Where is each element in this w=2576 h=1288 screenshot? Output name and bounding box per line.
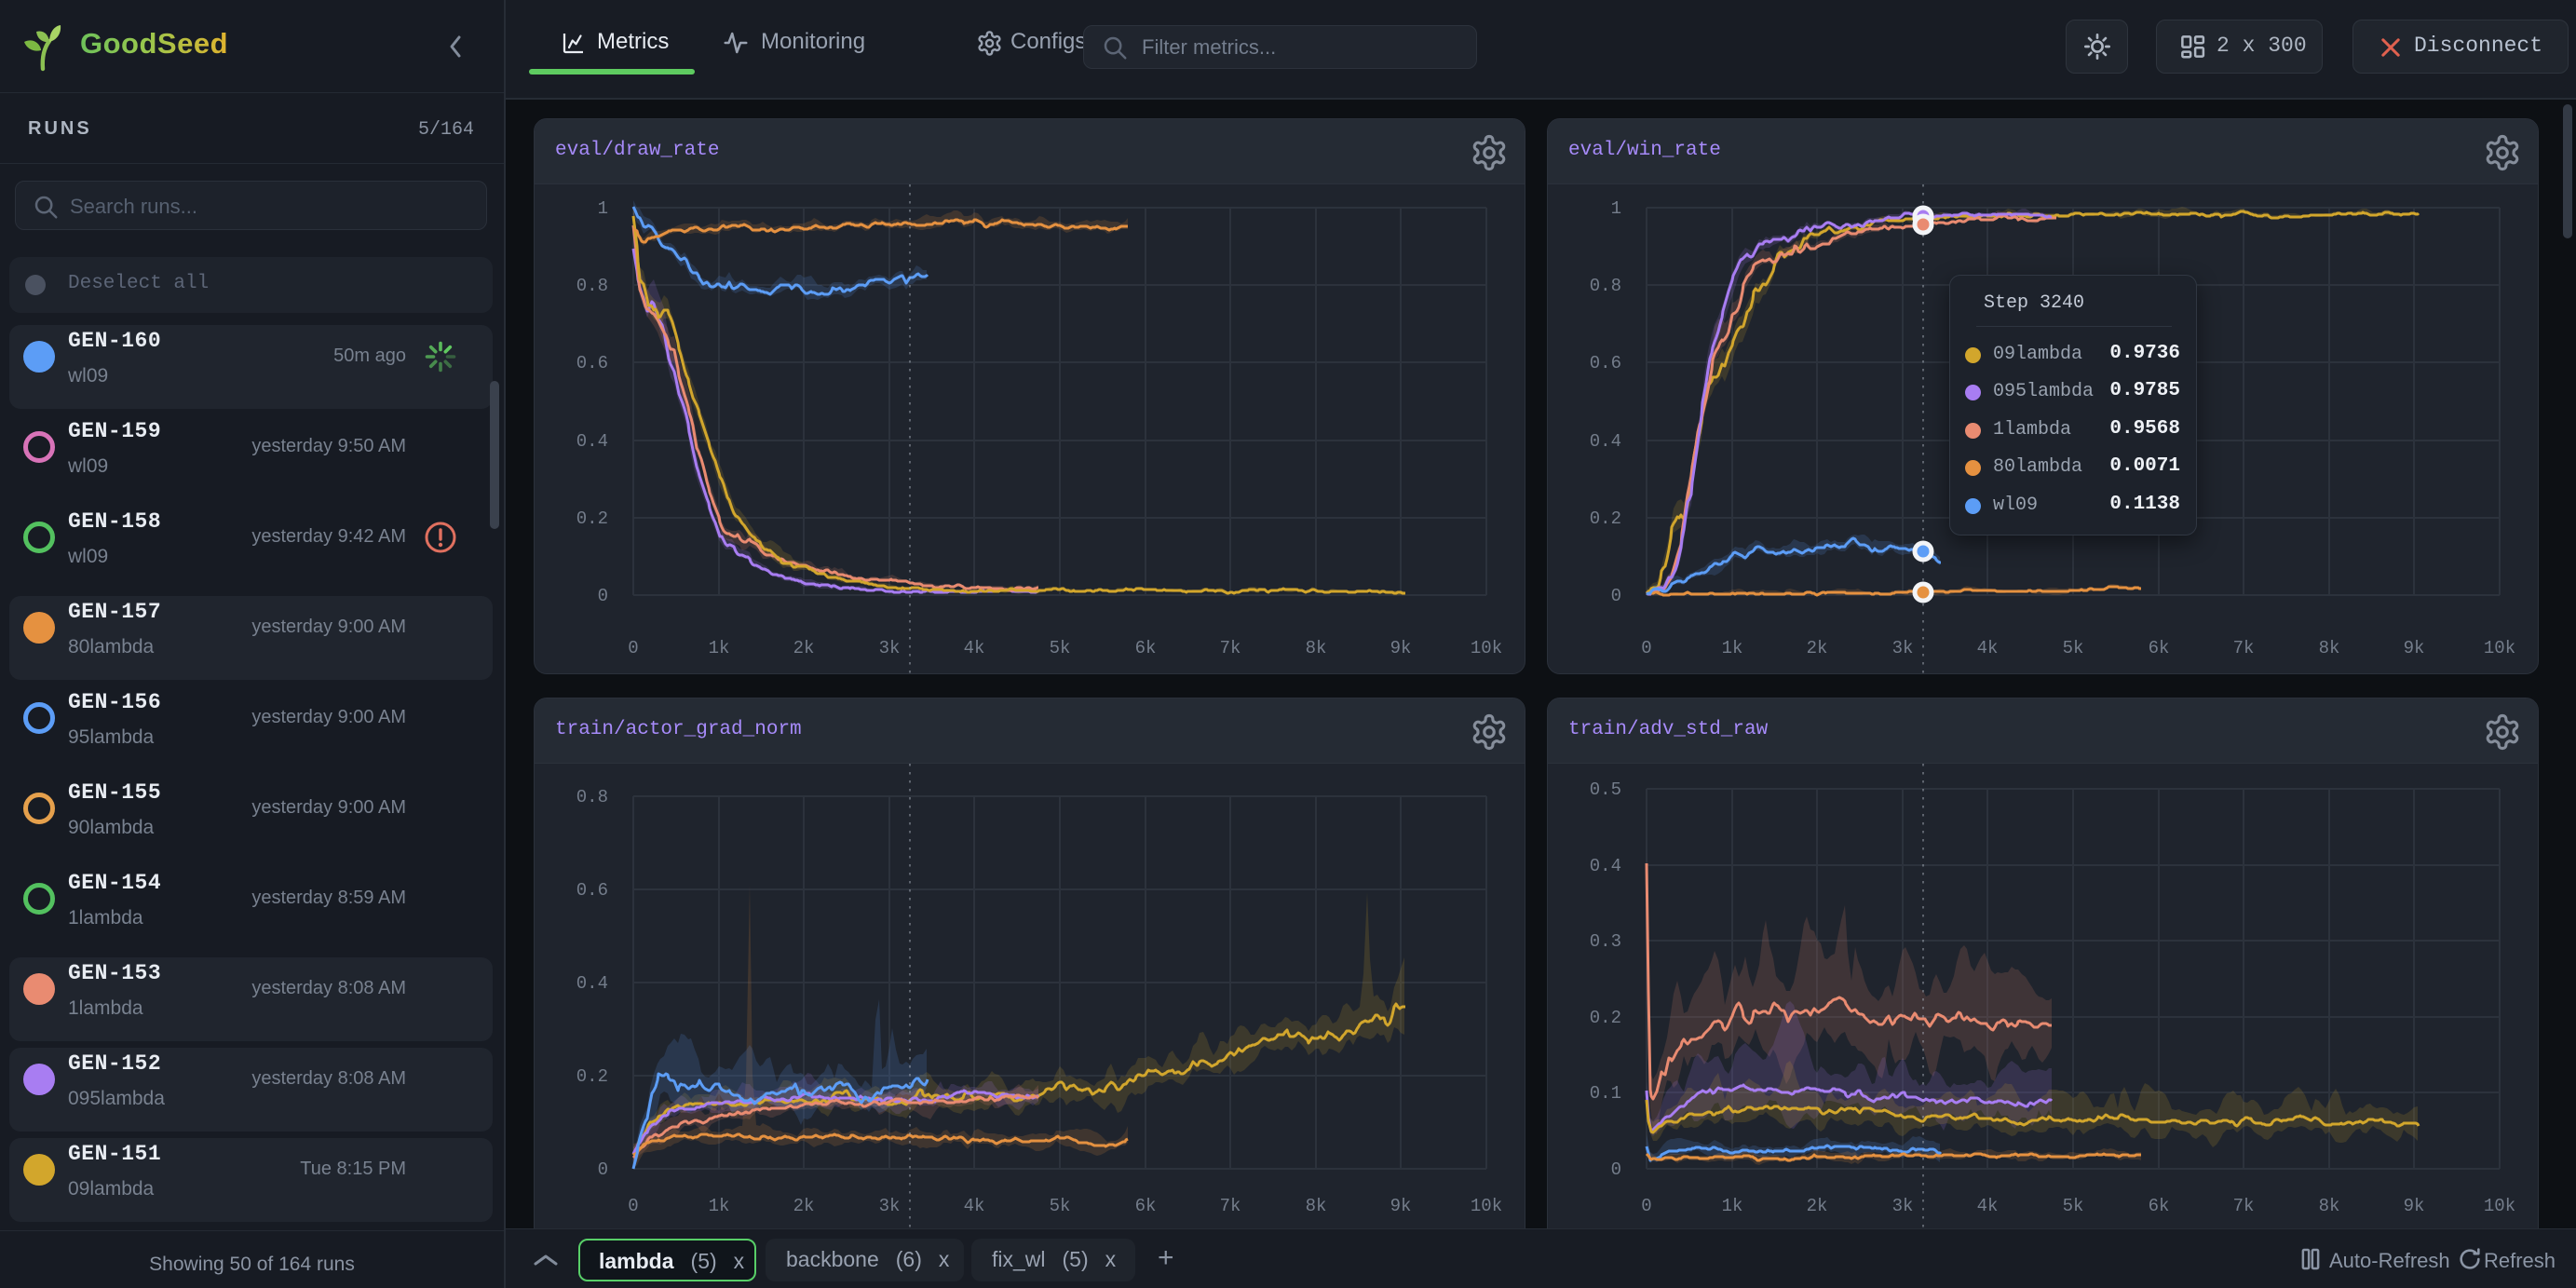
svg-text:7k: 7k bbox=[2233, 1196, 2255, 1216]
svg-text:0.4: 0.4 bbox=[576, 431, 608, 452]
svg-text:5k: 5k bbox=[2063, 1196, 2084, 1216]
svg-text:7k: 7k bbox=[1220, 638, 1241, 658]
svg-text:1k: 1k bbox=[709, 1196, 730, 1216]
svg-text:0.4: 0.4 bbox=[576, 973, 608, 994]
svg-text:0.4: 0.4 bbox=[1590, 431, 1621, 452]
svg-text:0.6: 0.6 bbox=[576, 353, 608, 373]
svg-text:4k: 4k bbox=[964, 1196, 985, 1216]
svg-text:0: 0 bbox=[1611, 586, 1621, 606]
svg-text:0.6: 0.6 bbox=[1590, 353, 1621, 373]
svg-text:5k: 5k bbox=[1050, 638, 1071, 658]
svg-text:8k: 8k bbox=[1306, 638, 1327, 658]
svg-text:3k: 3k bbox=[879, 638, 901, 658]
svg-text:0: 0 bbox=[628, 638, 638, 658]
svg-text:8k: 8k bbox=[2319, 1196, 2340, 1216]
svg-text:0.8: 0.8 bbox=[1590, 276, 1621, 296]
svg-text:5k: 5k bbox=[2063, 638, 2084, 658]
svg-text:0.2: 0.2 bbox=[1590, 1008, 1621, 1028]
svg-text:0.1: 0.1 bbox=[1590, 1083, 1621, 1104]
svg-text:4k: 4k bbox=[964, 638, 985, 658]
svg-text:0: 0 bbox=[598, 586, 608, 606]
svg-text:7k: 7k bbox=[2233, 638, 2255, 658]
svg-text:2k: 2k bbox=[793, 638, 815, 658]
svg-text:0.3: 0.3 bbox=[1590, 931, 1621, 952]
svg-text:9k: 9k bbox=[1390, 638, 1412, 658]
svg-text:9k: 9k bbox=[1390, 1196, 1412, 1216]
svg-text:0: 0 bbox=[1641, 1196, 1651, 1216]
svg-text:1: 1 bbox=[1611, 198, 1621, 219]
svg-text:8k: 8k bbox=[1306, 1196, 1327, 1216]
svg-text:0.6: 0.6 bbox=[576, 880, 608, 901]
svg-text:5k: 5k bbox=[1050, 1196, 1071, 1216]
svg-text:0.5: 0.5 bbox=[1590, 780, 1621, 800]
svg-text:0.2: 0.2 bbox=[1590, 508, 1621, 529]
svg-text:0.2: 0.2 bbox=[576, 1066, 608, 1087]
svg-text:10k: 10k bbox=[2484, 638, 2515, 658]
svg-text:9k: 9k bbox=[2404, 1196, 2425, 1216]
svg-text:2k: 2k bbox=[1807, 638, 1828, 658]
svg-text:0.8: 0.8 bbox=[576, 276, 608, 296]
svg-text:7k: 7k bbox=[1220, 1196, 1241, 1216]
svg-text:2k: 2k bbox=[1807, 1196, 1828, 1216]
svg-text:1k: 1k bbox=[1722, 1196, 1743, 1216]
svg-text:9k: 9k bbox=[2404, 638, 2425, 658]
svg-text:6k: 6k bbox=[2149, 638, 2170, 658]
svg-text:2k: 2k bbox=[793, 1196, 815, 1216]
svg-text:10k: 10k bbox=[1471, 638, 1502, 658]
svg-text:6k: 6k bbox=[1135, 1196, 1157, 1216]
svg-text:0.2: 0.2 bbox=[576, 508, 608, 529]
svg-text:1: 1 bbox=[598, 198, 608, 219]
svg-text:4k: 4k bbox=[1977, 638, 1999, 658]
svg-text:0: 0 bbox=[1641, 638, 1651, 658]
svg-text:10k: 10k bbox=[2484, 1196, 2515, 1216]
svg-text:6k: 6k bbox=[2149, 1196, 2170, 1216]
svg-text:0.4: 0.4 bbox=[1590, 856, 1621, 876]
svg-text:1k: 1k bbox=[709, 638, 730, 658]
svg-text:0: 0 bbox=[628, 1196, 638, 1216]
svg-text:3k: 3k bbox=[879, 1196, 901, 1216]
svg-text:4k: 4k bbox=[1977, 1196, 1999, 1216]
svg-text:3k: 3k bbox=[1892, 1196, 1914, 1216]
svg-text:8k: 8k bbox=[2319, 638, 2340, 658]
svg-text:1k: 1k bbox=[1722, 638, 1743, 658]
svg-text:6k: 6k bbox=[1135, 638, 1157, 658]
svg-text:0: 0 bbox=[1611, 1159, 1621, 1180]
svg-text:3k: 3k bbox=[1892, 638, 1914, 658]
svg-text:0.8: 0.8 bbox=[576, 787, 608, 807]
svg-text:0: 0 bbox=[598, 1159, 608, 1180]
svg-text:10k: 10k bbox=[1471, 1196, 1502, 1216]
